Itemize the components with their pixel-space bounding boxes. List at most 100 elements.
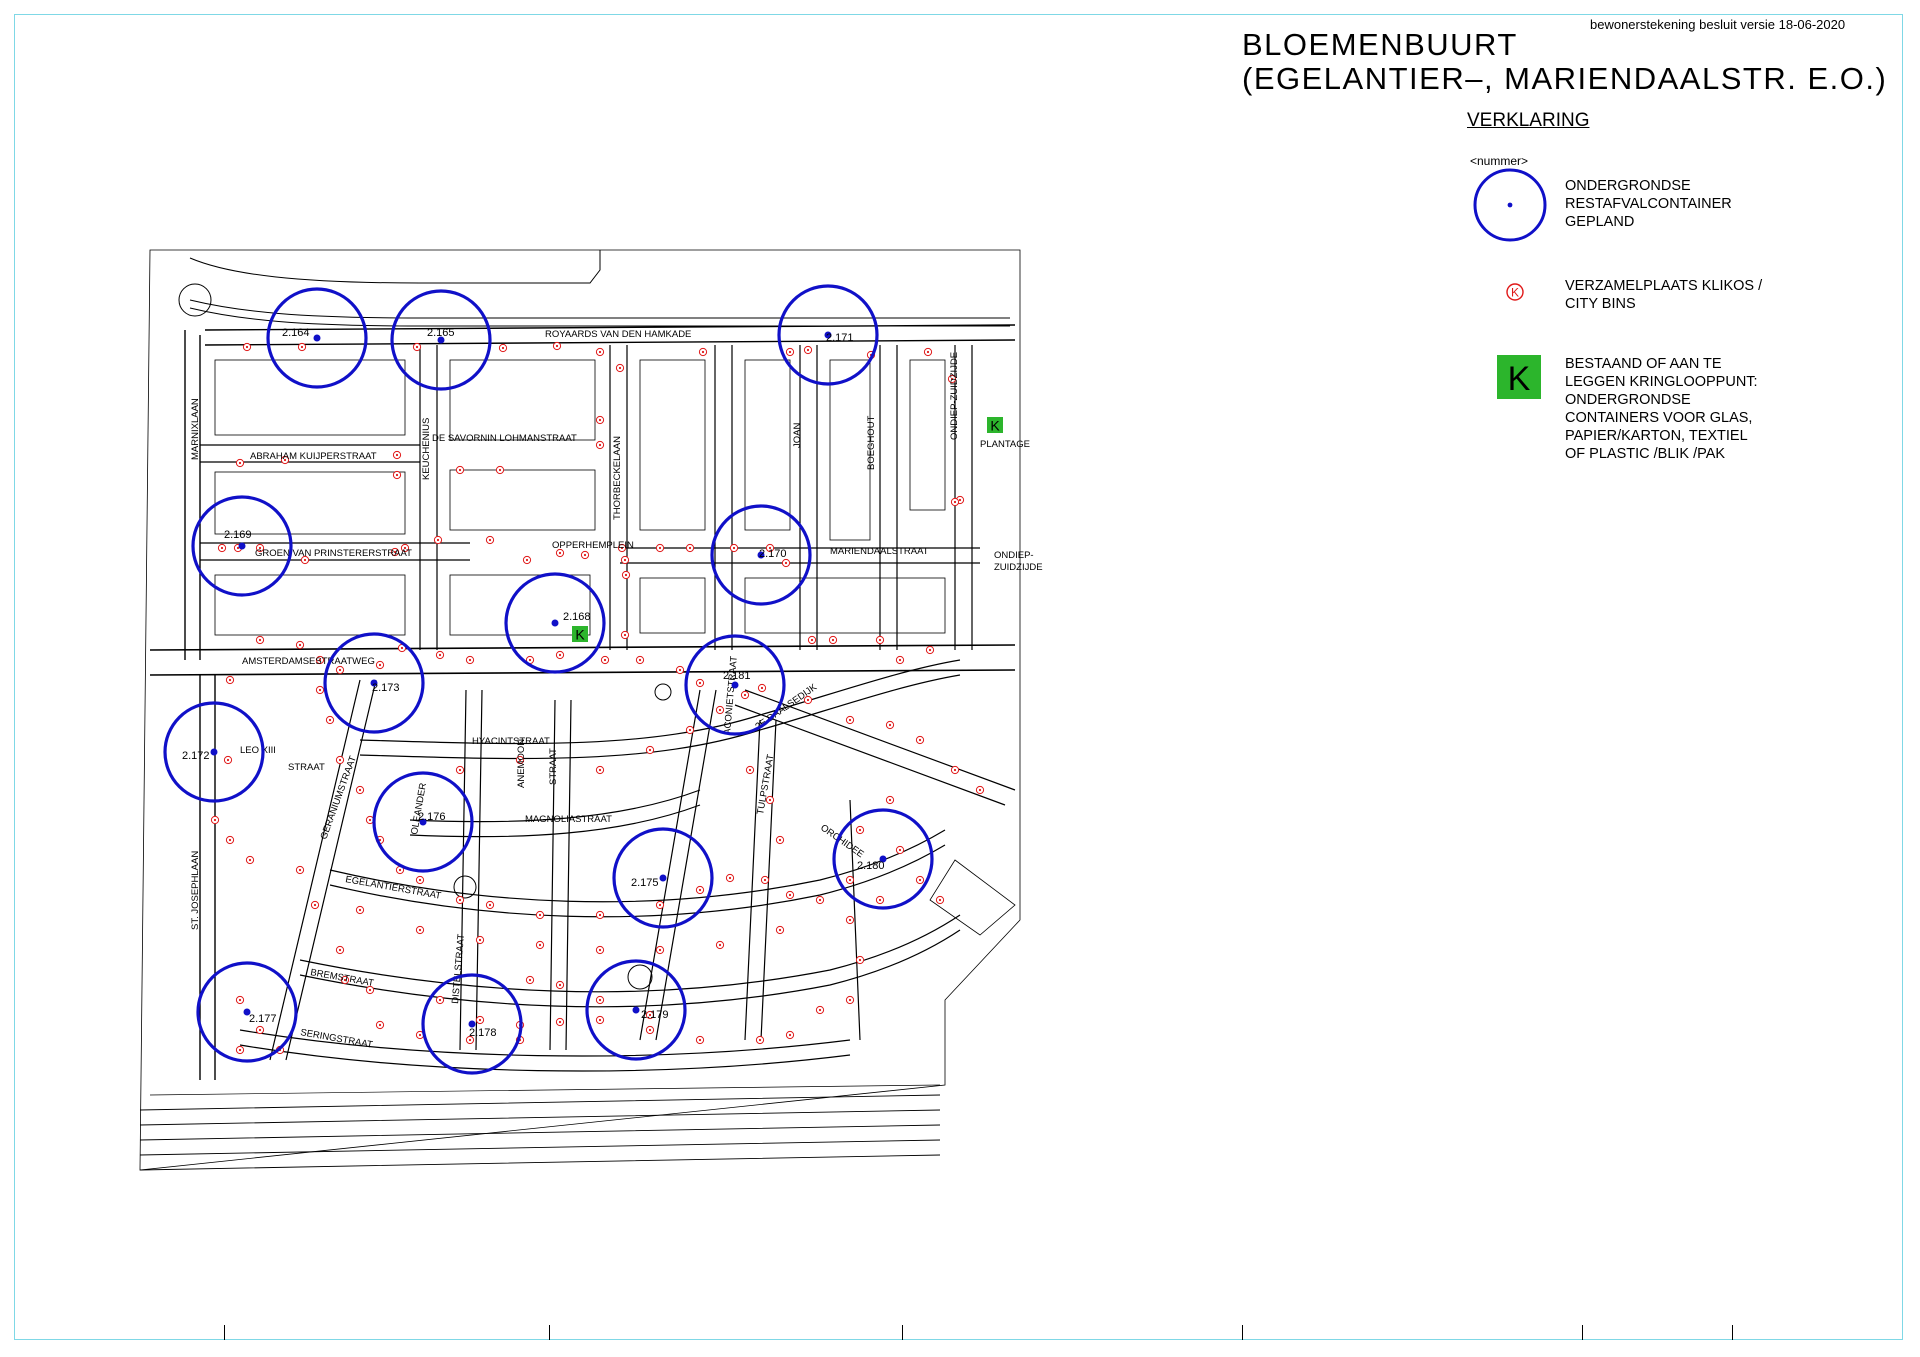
klikos-marker [645,745,655,755]
street-label: PLANTAGE [980,439,1030,450]
klikos-marker [915,735,925,745]
street-label: ZUIDZIJDE [994,562,1043,573]
klikos-marker [923,347,933,357]
klikos-marker [552,341,562,351]
container-number: 2.173 [372,682,400,694]
title-block-tick [1732,1325,1733,1340]
klikos-marker [485,535,495,545]
street-label: ONDIEP-ZUIDZIJDE [949,352,960,440]
klikos-marker [595,347,605,357]
klikos-marker [895,655,905,665]
klikos-marker [655,900,665,910]
street-label: STRAAT [548,748,559,785]
klikos-marker [335,755,345,765]
klikos-marker [375,1020,385,1030]
klikos-marker [845,995,855,1005]
klikos-marker [803,345,813,355]
klikos-marker [915,875,925,885]
street-label: AMSTERDAMSESTRAATWEG [242,656,375,667]
container-dot [313,334,321,342]
klikos-marker [392,450,402,460]
container-number: 2.164 [282,327,310,339]
kringloop-point: K [987,417,1003,434]
klikos-marker [235,458,245,468]
street-label: KEUCHENIUS [421,418,432,480]
klikos-marker [225,835,235,845]
klikos-marker [242,342,252,352]
klikos-marker [785,1030,795,1040]
container-2-170: 2.170 [710,504,812,606]
klikos-marker [675,665,685,675]
klikos-marker [655,945,665,955]
klikos-marker [475,1015,485,1025]
klikos-marker [555,980,565,990]
klikos-marker [775,835,785,845]
street-label: JOAN [792,423,803,448]
container-number: 2.172 [182,750,210,762]
street-amsterdamsestraatweg [149,644,1016,651]
klikos-marker [600,655,610,665]
klikos-marker [685,725,695,735]
klikos-marker [760,875,770,885]
klikos-marker [535,910,545,920]
klikos-marker [415,875,425,885]
klikos-marker [433,535,443,545]
title-block-tick [1582,1325,1583,1340]
klikos-marker [355,905,365,915]
container-number: 2.170 [759,548,787,560]
klikos-marker [725,873,735,883]
container-2-168: 2.168 [504,572,606,674]
street-label: ACONIETSTRAAT [722,655,740,735]
container-dot [551,619,559,627]
container-number: 2.175 [631,877,659,889]
klikos-marker [392,470,402,480]
street-label: OLEANDER [409,782,429,836]
klikos-marker [295,865,305,875]
klikos-marker [310,900,320,910]
klikos-marker [335,945,345,955]
container-number: 2.180 [857,860,885,872]
klikos-marker [815,1005,825,1015]
container-dot [731,681,739,689]
klikos-marker [695,1035,705,1045]
klikos-marker [223,755,233,765]
klikos-marker [235,1045,245,1055]
street-label: OPPERHEMPLEIN [552,540,634,551]
street-label: THORBECKELAAN [612,436,623,520]
klikos-marker [715,940,725,950]
container-2-180: 2.180 [832,808,934,910]
klikos-marker [715,705,725,715]
klikos-marker [245,855,255,865]
klikos-marker [475,935,485,945]
klikos-marker [235,995,245,1005]
klikos-marker [455,465,465,475]
klikos-marker [495,465,505,475]
klikos-marker [595,1015,605,1025]
klikos-marker [335,665,345,675]
container-2-164: 2.164 [266,287,368,389]
klikos-marker [525,975,535,985]
street-label: ANEMOON [516,739,527,788]
klikos-marker [225,675,235,685]
klikos-marker [740,690,750,700]
klikos-marker [412,342,422,352]
klikos-marker [297,342,307,352]
klikos-marker [620,555,630,565]
klikos-marker [555,650,565,660]
klikos-marker [455,895,465,905]
klikos-marker [845,715,855,725]
street-label: SERINGSTRAAT [299,1027,373,1051]
klikos-marker [855,825,865,835]
container-number: 2.177 [249,1013,277,1025]
klikos-marker [645,1025,655,1035]
kringloop-glyph: K [990,418,1000,434]
container-number: 2.179 [641,1009,669,1021]
klikos-marker [325,715,335,725]
klikos-marker [635,655,645,665]
roundabout [178,283,212,317]
street-label: LEO XIII [240,745,276,756]
klikos-marker [729,543,739,553]
klikos-marker [655,543,665,553]
klikos-marker [807,635,817,645]
klikos-marker [775,925,785,935]
